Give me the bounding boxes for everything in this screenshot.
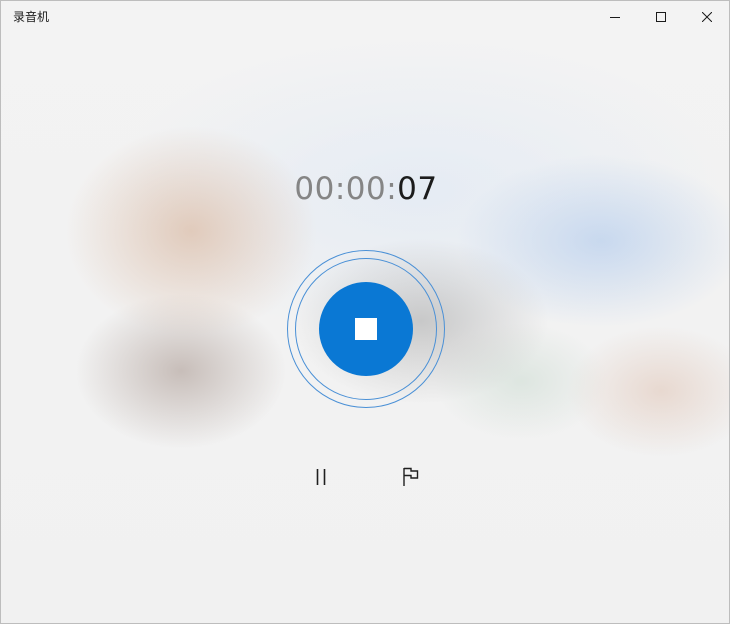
timer-elapsed-seconds: 07 xyxy=(397,171,438,207)
record-control xyxy=(287,250,445,408)
pause-button[interactable] xyxy=(303,459,339,495)
close-button[interactable] xyxy=(684,1,729,33)
stop-icon xyxy=(355,318,377,340)
close-icon xyxy=(702,12,712,22)
voice-recorder-window: 录音机 00:00:07 xyxy=(0,0,730,624)
add-marker-button[interactable] xyxy=(393,459,429,495)
maximize-button[interactable] xyxy=(638,1,684,33)
recording-timer: 00:00:07 xyxy=(1,169,729,209)
app-title: 录音机 xyxy=(13,10,50,24)
title-bar[interactable]: 录音机 xyxy=(1,1,729,33)
pause-icon xyxy=(316,469,326,485)
flag-icon xyxy=(403,467,419,486)
minimize-icon xyxy=(610,17,620,18)
maximize-icon xyxy=(656,12,666,22)
stop-recording-button[interactable] xyxy=(319,282,413,376)
timer-elapsed-hours-minutes: 00:00: xyxy=(294,171,398,207)
minimize-button[interactable] xyxy=(592,1,638,33)
